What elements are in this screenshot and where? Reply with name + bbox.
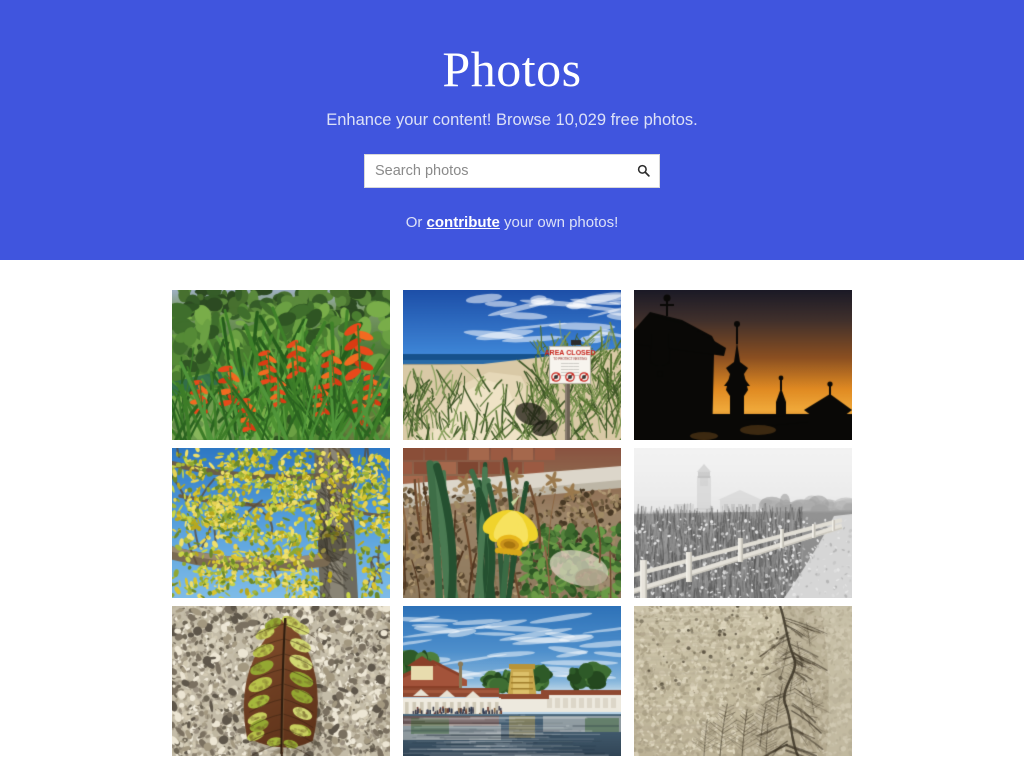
photo-thumbnail [172,290,390,440]
photo-thumbnail [634,606,852,756]
photo-grid: Tropical garden with orange heliconia fl… [172,290,852,756]
photo-thumbnail [634,290,852,440]
search-input[interactable] [365,154,659,187]
hero-subtitle: Enhance your content! Browse 10,029 free… [326,111,698,129]
photo-thumbnail [403,290,621,440]
photo-tile[interactable]: Dendritic drainage patterns in wet beach… [634,606,852,756]
page-header: Photos Enhance your content! Browse 10,0… [0,0,1024,260]
photo-thumbnail [403,448,621,598]
photo-gallery: Tropical garden with orange heliconia fl… [0,260,1024,756]
photo-thumbnail [172,606,390,756]
photo-tile[interactable]: Tropical garden with orange heliconia fl… [172,290,390,440]
photo-tile[interactable]: Tree canopy with yellow autumn leaves ag… [172,448,390,598]
photo-thumbnail [634,448,852,598]
search-icon[interactable] [636,164,650,178]
contribute-line: Or contribute your own photos! [0,214,1024,231]
contribute-suffix: your own photos! [499,213,619,231]
contribute-prefix: Or [405,213,427,231]
photo-tile[interactable]: Temple pagoda silhouettes against an ora… [634,290,852,440]
photo-tile[interactable]: Black and white foggy lighthouse with wo… [634,448,852,598]
photo-tile[interactable]: Yellow daffodil blooming in a garden bed [403,448,621,598]
photo-thumbnail [172,448,390,598]
contribute-link[interactable]: contribute [427,214,500,231]
page-title: Photos [442,41,582,97]
photo-thumbnail [403,606,621,756]
search-bar-container [0,153,1024,188]
search-box[interactable] [364,153,660,188]
photo-tile[interactable]: Sandy beach dune path with Area Closed s… [403,290,621,440]
photo-tile[interactable]: Temple complex reflected in a water tank… [403,606,621,756]
photo-tile[interactable]: Brown and green patterned leaf lying on … [172,606,390,756]
